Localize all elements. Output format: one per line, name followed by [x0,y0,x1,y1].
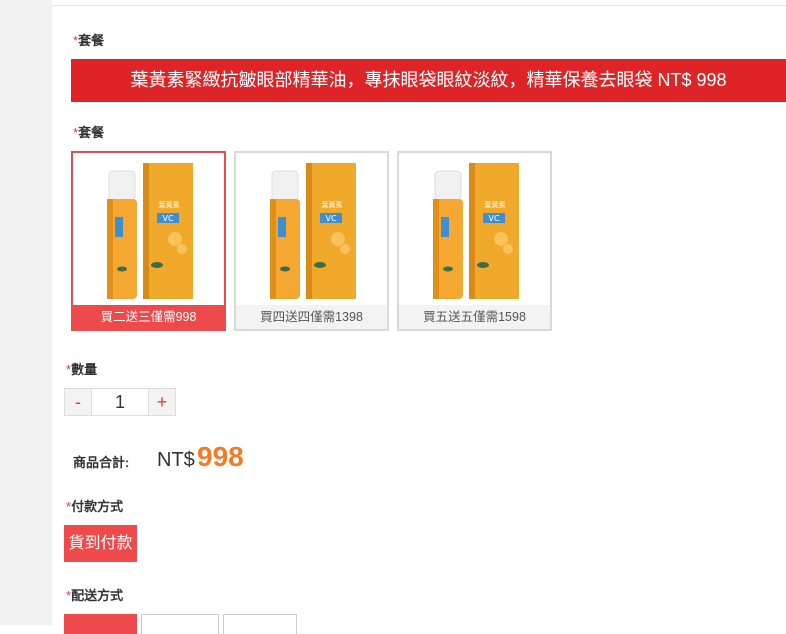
quantity-stepper: - + [64,388,176,416]
shipping-option-1[interactable] [64,614,137,634]
svg-text:葉黃素: 葉黃素 [321,200,342,209]
package-option-1[interactable]: 葉黃素 VC 買二送三僅需998 [71,151,226,331]
left-gutter [0,0,52,625]
package-top-label: *套餐 [73,33,105,48]
product-image: 葉黃素 VC [73,153,224,305]
total-currency: NT$ [157,449,195,471]
payment-cod-button[interactable]: 貨到付款 [64,525,137,562]
quantity-input[interactable] [92,389,148,415]
package-caption: 買二送三僅需998 [73,305,224,329]
quantity-label: *數量 [66,362,98,377]
svg-text:VC: VC [325,214,336,223]
product-image: 葉黃素 VC [399,153,550,305]
svg-text:葉黃素: 葉黃素 [158,200,179,209]
svg-text:VC: VC [488,214,499,223]
package-caption: 買五送五僅需1598 [399,305,550,329]
total-label: 商品合計: [73,455,130,470]
quantity-decrease-button[interactable]: - [65,389,92,415]
svg-text:葉黃素: 葉黃素 [484,200,505,209]
shipping-option-2[interactable] [141,614,219,634]
shipping-option-3[interactable] [223,614,297,634]
product-bottle-box-icon: 葉黃素 VC [432,163,519,299]
shipping-label: *配送方式 [66,588,124,603]
product-bottle-box-icon: 葉黃素 VC [269,163,356,299]
package-option-2[interactable]: 葉黃素 VC 買四送四僅需1398 [234,151,389,331]
product-bottle-box-icon: 葉黃素 VC [106,163,193,299]
payment-label: *付款方式 [66,499,124,514]
top-divider [52,5,786,6]
package-option-3[interactable]: 葉黃素 VC 買五送五僅需1598 [397,151,552,331]
quantity-increase-button[interactable]: + [148,389,175,415]
package-option-banner[interactable]: 葉黃素緊緻抗皺眼部精華油，專抹眼袋眼紋淡紋，精華保養去眼袋 NT$ 998 [71,59,786,102]
svg-text:VC: VC [162,214,173,223]
package-caption: 買四送四僅需1398 [236,305,387,329]
product-image: 葉黃素 VC [236,153,387,305]
package-label: *套餐 [73,125,105,140]
total-amount: 998 [197,441,244,472]
